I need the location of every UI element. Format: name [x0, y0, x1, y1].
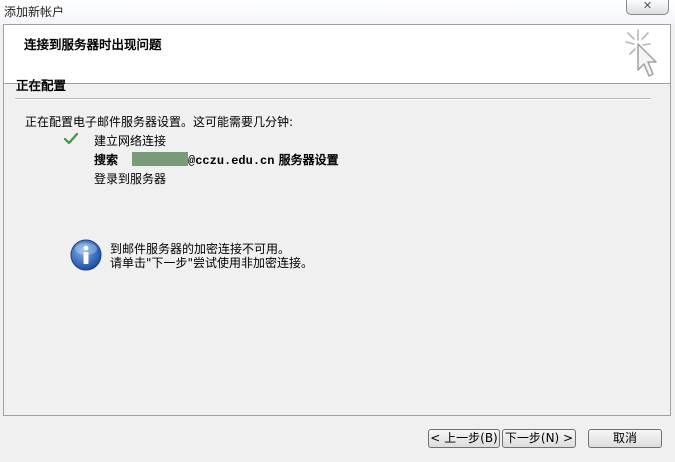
search-prefix: 搜索 — [94, 153, 119, 167]
search-suffix: 服务器设置 — [278, 153, 339, 167]
info-line-2: 请单击"下一步"尝试使用非加密连接。 — [110, 256, 314, 270]
info-icon — [70, 239, 102, 271]
wizard-frame: 连接到服务器时出现问题 — [3, 24, 671, 416]
step-network-connect: 建立网络连接 — [94, 134, 167, 148]
close-button[interactable]: ✕ — [626, 0, 669, 15]
title-bar: 添加新帐户 ✕ — [0, 0, 675, 24]
wizard-cursor-icon — [625, 29, 657, 77]
section-title: 正在配置 — [16, 78, 67, 93]
section-divider — [15, 98, 651, 100]
checkmark-icon — [64, 133, 78, 145]
cancel-button[interactable]: 取消 — [588, 429, 662, 448]
email-domain: @cczu.edu.cn — [188, 154, 275, 168]
next-button[interactable]: 下一步(N) > — [502, 429, 576, 448]
back-button[interactable]: < 上一步(B) — [428, 429, 500, 448]
window-title: 添加新帐户 — [4, 5, 65, 19]
redacted-username — [132, 152, 189, 166]
step-search-settings: 搜索 @cczu.edu.cn 服务器设置 — [94, 151, 339, 168]
page-title: 连接到服务器时出现问题 — [24, 37, 162, 52]
step-login: 登录到服务器 — [94, 172, 167, 186]
close-icon: ✕ — [642, 0, 653, 12]
wizard-header: 连接到服务器时出现问题 — [4, 25, 670, 84]
progress-description: 正在配置电子邮件服务器设置。这可能需要几分钟: — [25, 115, 294, 129]
